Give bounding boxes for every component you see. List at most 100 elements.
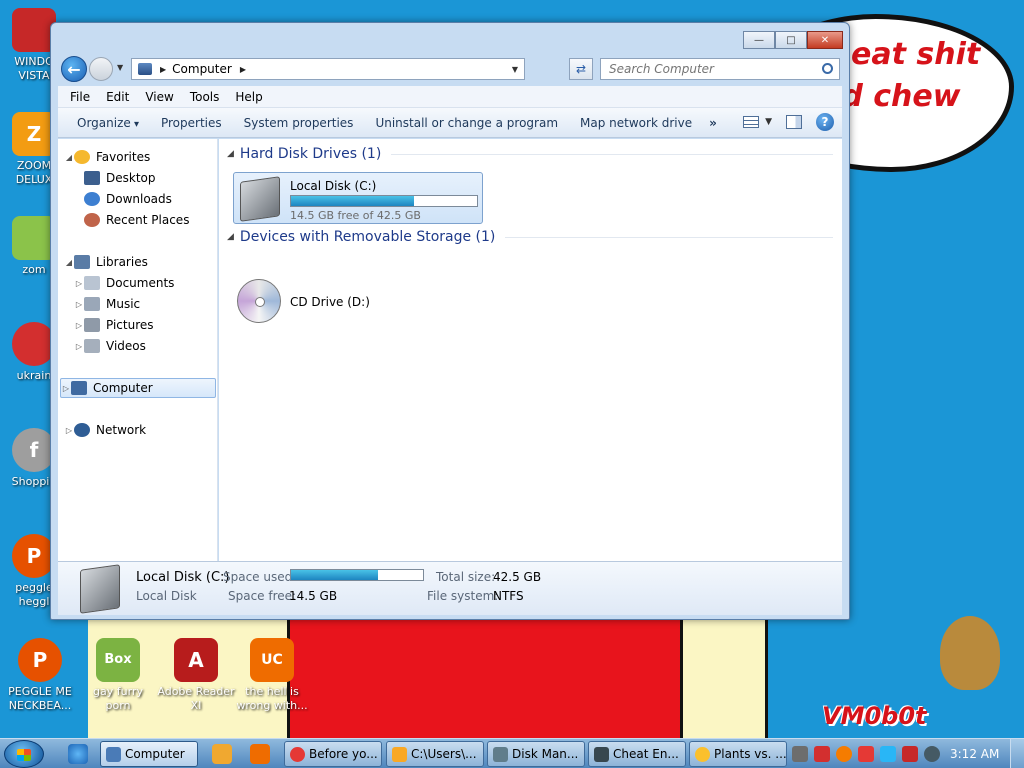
collapse-arrow-icon[interactable]: ◢: [227, 232, 234, 242]
tray-volume-icon[interactable]: [924, 746, 940, 762]
preview-pane-icon[interactable]: [786, 115, 802, 129]
taskbar-button-label: Disk Man...: [512, 747, 579, 761]
minimize-button[interactable]: —: [743, 31, 775, 49]
expand-arrow-icon[interactable]: ▷: [74, 279, 84, 288]
drive-d-tile[interactable]: CD Drive (D:): [235, 277, 485, 327]
close-button[interactable]: ✕: [807, 31, 843, 49]
breadcrumb-computer[interactable]: Computer: [172, 62, 232, 76]
nav-music[interactable]: ▷ Music: [74, 294, 232, 314]
collapse-arrow-icon[interactable]: ◢: [227, 149, 234, 159]
menu-help[interactable]: Help: [227, 90, 270, 104]
nav-network[interactable]: ▷ Network: [64, 420, 222, 440]
desktop-icon-label: WINDO VISTA: [14, 55, 54, 82]
taskbar-button-plants-vs-zombies[interactable]: Plants vs. ...: [689, 741, 787, 767]
internet-explorer-icon[interactable]: [68, 744, 88, 764]
nav-videos[interactable]: ▷ Videos: [74, 336, 232, 356]
tray-power-icon[interactable]: [902, 746, 918, 762]
drive-c-tile[interactable]: Local Disk (C:) 14.5 GB free of 42.5 GB: [233, 172, 483, 224]
taskbar-button-notepad[interactable]: C:\Users\...: [386, 741, 484, 767]
cheat-engine-icon: [594, 747, 609, 762]
help-icon[interactable]: ?: [816, 113, 834, 131]
taskbar-button-disk-management[interactable]: Disk Man...: [487, 741, 585, 767]
nav-recent-places[interactable]: Recent Places: [74, 210, 232, 230]
menu-tools[interactable]: Tools: [182, 90, 228, 104]
maximize-button[interactable]: □: [775, 31, 807, 49]
taskbar-button-label: Computer: [125, 747, 185, 761]
search-box: [600, 58, 840, 80]
tray-display-icon[interactable]: [880, 746, 896, 762]
clock[interactable]: 3:12 AM: [950, 747, 999, 761]
desktop-icon-label: peggle heggl: [15, 581, 53, 608]
nav-documents[interactable]: ▷ Documents: [74, 273, 232, 293]
uc-browser-icon[interactable]: [250, 744, 270, 764]
search-icon[interactable]: [822, 63, 833, 74]
taskbar-button-computer[interactable]: Computer: [100, 741, 198, 767]
start-button[interactable]: [4, 740, 44, 768]
group-header-hard-disks[interactable]: ◢ Hard Disk Drives (1): [227, 146, 833, 162]
address-bar[interactable]: ▶ Computer ▶ ▼: [131, 58, 525, 80]
search-input[interactable]: [609, 62, 809, 76]
expand-arrow-icon[interactable]: ▷: [64, 426, 74, 435]
tray-antivirus-icon[interactable]: [814, 746, 830, 762]
space-free-value: 14.5 GB: [289, 589, 338, 603]
tray-app-icon[interactable]: [792, 746, 808, 762]
menu-file[interactable]: File: [62, 90, 98, 104]
nav-favorites[interactable]: ◢ Favorites: [64, 147, 222, 167]
nav-label: Recent Places: [106, 213, 190, 227]
total-size-value: 42.5 GB: [493, 570, 542, 584]
desktop-icon[interactable]: Box gay furry porn: [78, 638, 158, 713]
system-properties-button[interactable]: System properties: [233, 116, 365, 130]
music-icon: [84, 297, 100, 311]
tray-flag-icon[interactable]: [858, 746, 874, 762]
address-row: ← ▼ ▶ Computer ▶ ▼ ⇄: [59, 55, 845, 83]
views-dropdown-icon[interactable]: ▼: [765, 117, 772, 127]
desktop-icon[interactable]: A Adobe Reader XI: [156, 638, 236, 713]
collapse-arrow-icon[interactable]: ◢: [64, 153, 74, 162]
expand-arrow-icon[interactable]: ▷: [61, 384, 71, 393]
more-commands-button[interactable]: »: [703, 116, 723, 130]
organize-button[interactable]: Organize: [66, 116, 150, 130]
system-tray: [792, 746, 940, 762]
map-network-drive-button[interactable]: Map network drive: [569, 116, 703, 130]
desktop-icon-label: the hell is wrong with...: [236, 685, 308, 712]
nav-desktop[interactable]: Desktop: [74, 168, 232, 188]
computer-icon: [71, 381, 87, 395]
menu-edit[interactable]: Edit: [98, 90, 137, 104]
notepad-icon: [392, 747, 407, 762]
nav-label: Favorites: [96, 150, 151, 164]
change-view-icon[interactable]: [743, 116, 760, 128]
forward-button[interactable]: [89, 57, 113, 81]
properties-button[interactable]: Properties: [150, 116, 233, 130]
nav-label: Computer: [93, 381, 153, 395]
tray-search-icon[interactable]: [836, 746, 852, 762]
taskbar-button-chrome[interactable]: Before yo...: [284, 741, 382, 767]
nav-downloads[interactable]: Downloads: [74, 189, 232, 209]
expand-arrow-icon[interactable]: ▷: [74, 342, 84, 351]
menu-view[interactable]: View: [137, 90, 181, 104]
breadcrumb-separator-icon[interactable]: ▶: [240, 65, 246, 74]
expand-arrow-icon[interactable]: ▷: [74, 300, 84, 309]
breadcrumb-separator-icon[interactable]: ▶: [160, 65, 166, 74]
nav-pictures[interactable]: ▷ Pictures: [74, 315, 232, 335]
show-desktop-button[interactable]: [1010, 739, 1024, 768]
taskbar-button-cheat-engine[interactable]: Cheat En...: [588, 741, 686, 767]
group-header-removable[interactable]: ◢ Devices with Removable Storage (1): [227, 229, 833, 245]
back-button[interactable]: ←: [61, 56, 87, 82]
desktop-icon[interactable]: UC the hell is wrong with...: [232, 638, 312, 713]
recent-pages-dropdown[interactable]: ▼: [117, 63, 123, 72]
nav-computer[interactable]: ▷ Computer: [60, 378, 216, 398]
group-title: Hard Disk Drives (1): [239, 146, 382, 162]
taskbar-button-label: Cheat En...: [613, 747, 679, 761]
expand-arrow-icon[interactable]: ▷: [74, 321, 84, 330]
star-icon: [74, 150, 90, 164]
collapse-arrow-icon[interactable]: ◢: [64, 258, 74, 267]
desktop-icon[interactable]: P PEGGLE ME NECKBEA...: [0, 638, 80, 713]
divider: [505, 236, 833, 238]
address-dropdown-icon[interactable]: ▼: [512, 65, 518, 74]
media-player-icon[interactable]: [212, 744, 232, 764]
refresh-button[interactable]: ⇄: [569, 58, 593, 80]
dvd-drive-icon: [237, 279, 281, 323]
nav-label: Libraries: [96, 255, 148, 269]
uninstall-program-button[interactable]: Uninstall or change a program: [364, 116, 569, 130]
nav-libraries[interactable]: ◢ Libraries: [64, 252, 222, 272]
